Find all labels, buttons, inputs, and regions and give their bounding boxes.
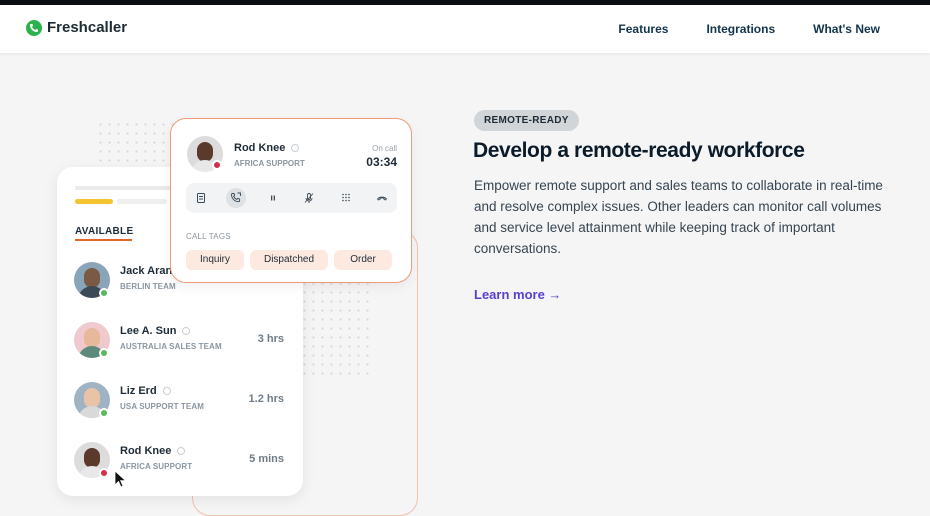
mute-icon[interactable] (299, 188, 319, 208)
brand-name: Freshcaller (47, 19, 128, 36)
caller-name: Rod Knee (234, 142, 300, 154)
brand-logo[interactable]: Freshcaller (26, 19, 127, 36)
agent-row[interactable]: Rod Knee AFRICA SUPPORT 5 mins (74, 442, 296, 482)
available-status-dot (99, 288, 109, 298)
caller-team: AFRICA SUPPORT (234, 159, 305, 168)
end-call-icon[interactable] (372, 188, 392, 208)
call-tag-inquiry[interactable]: Inquiry (186, 250, 244, 270)
info-icon (291, 144, 300, 153)
mouse-pointer-icon (114, 470, 127, 488)
agent-team: AUSTRALIA SALES TEAM (120, 342, 222, 351)
available-status-dot (99, 348, 109, 358)
keypad-icon[interactable] (336, 188, 356, 208)
agent-name: Liz Erd (120, 385, 171, 397)
learn-more-link[interactable]: Learn more → (474, 287, 561, 302)
placeholder-tab-active (75, 199, 113, 204)
section-description: Empower remote support and sales teams t… (474, 178, 883, 256)
call-controls (186, 183, 397, 213)
agent-time: 3 hrs (257, 333, 284, 345)
busy-status-dot (99, 468, 109, 478)
agent-row[interactable]: Liz Erd USA SUPPORT TEAM 1.2 hrs (74, 382, 296, 422)
call-duration: 03:34 (366, 155, 397, 169)
agent-name: Rod Knee (120, 445, 186, 457)
info-icon (182, 327, 191, 336)
active-call-card: Rod Knee AFRICA SUPPORT On call 03:34 CA… (170, 118, 412, 283)
notes-icon[interactable] (191, 188, 211, 208)
available-tab[interactable]: AVAILABLE (75, 226, 133, 237)
transfer-call-icon[interactable] (226, 188, 246, 208)
tab-underline (75, 239, 132, 241)
info-icon (177, 447, 186, 456)
agent-row[interactable]: Lee A. Sun AUSTRALIA SALES TEAM 3 hrs (74, 322, 296, 362)
nav-features[interactable]: Features (618, 22, 668, 36)
placeholder-line (75, 186, 171, 190)
agent-team: BERLIN TEAM (120, 282, 176, 291)
nav-integrations[interactable]: Integrations (706, 22, 775, 36)
call-tags-label: CALL TAGS (186, 232, 231, 241)
call-tag-dispatched[interactable]: Dispatched (250, 250, 328, 270)
agent-team: USA SUPPORT TEAM (120, 402, 204, 411)
nav-whats-new[interactable]: What's New (813, 22, 880, 36)
main-nav: Features Integrations What's New (618, 22, 880, 36)
agent-team: AFRICA SUPPORT (120, 462, 193, 471)
agent-time: 1.2 hrs (248, 393, 284, 405)
section-badge: REMOTE-READY (474, 110, 579, 131)
call-tag-order[interactable]: Order (334, 250, 392, 270)
available-status-dot (99, 408, 109, 418)
phone-logo-icon (26, 19, 42, 36)
agent-name: Lee A. Sun (120, 325, 191, 337)
info-icon (162, 387, 171, 396)
call-status-label: On call (372, 144, 397, 153)
placeholder-tab (117, 199, 167, 204)
busy-status-dot (212, 160, 222, 170)
pause-icon[interactable] (263, 188, 283, 208)
navbar: Freshcaller Features Integrations What's… (0, 5, 930, 53)
agent-time: 5 mins (249, 453, 284, 465)
section-heading: Develop a remote-ready workforce (473, 139, 805, 162)
